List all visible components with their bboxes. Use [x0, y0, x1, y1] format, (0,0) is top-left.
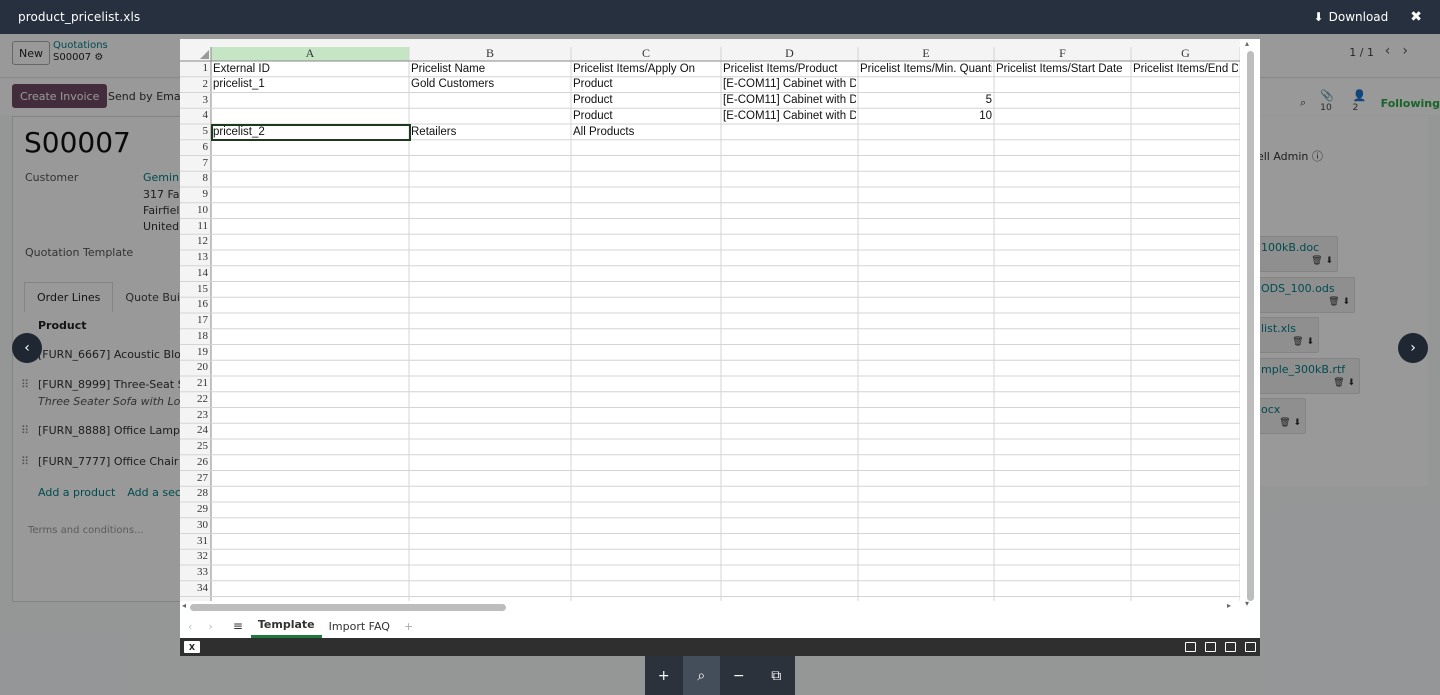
row-header[interactable]: 5 [180, 124, 210, 139]
row-header[interactable]: 2 [180, 77, 210, 92]
row-header[interactable]: 20 [180, 360, 210, 375]
add-sheet-button[interactable]: + [397, 614, 420, 638]
file-name: product_pricelist.xls [18, 10, 141, 24]
row-header[interactable]: 29 [180, 502, 210, 517]
cell-f1[interactable]: Pricelist Items/Start Date [996, 62, 1129, 77]
cell-c3[interactable]: Product [573, 93, 719, 108]
scroll-left-icon[interactable]: ◂ [182, 601, 186, 610]
cell-c5[interactable]: All Products [573, 125, 719, 140]
cell-c4[interactable]: Product [573, 109, 719, 124]
cell-d4[interactable]: [E-COM11] Cabinet with Doors [723, 109, 856, 124]
cell-a1[interactable]: External ID [213, 62, 407, 77]
column-header-f[interactable]: F [994, 46, 1131, 61]
vertical-scrollbar[interactable]: ▴ ▾ [1240, 39, 1260, 614]
zoom-toolbar: + ⌕ − ⧉ [645, 656, 795, 695]
sheet-tab-bar: ‹ › ≡ Template Import FAQ + [180, 614, 1260, 638]
row-header[interactable]: 31 [180, 534, 210, 549]
column-header-e[interactable]: E [858, 46, 994, 61]
cell-d2[interactable]: [E-COM11] Cabinet with Doors [723, 77, 856, 92]
scroll-down-icon[interactable]: ▾ [1245, 599, 1249, 608]
row-header[interactable]: 28 [180, 486, 210, 501]
row-header[interactable]: 13 [180, 250, 210, 265]
sheet-tab-template[interactable]: Template [250, 614, 322, 638]
column-header-d[interactable]: D [721, 46, 858, 61]
sheet-prev-icon[interactable]: ‹ [188, 620, 192, 633]
column-header-g[interactable]: G [1131, 46, 1240, 61]
row-header[interactable]: 12 [180, 234, 210, 249]
cell-c1[interactable]: Pricelist Items/Apply On [573, 62, 719, 77]
row-header[interactable]: 10 [180, 203, 210, 218]
close-icon[interactable]: ✖ [1410, 9, 1422, 25]
row-header[interactable]: 19 [180, 345, 210, 360]
excel-icon: X [184, 641, 200, 653]
cell-g1[interactable]: Pricelist Items/End Date [1133, 62, 1238, 77]
layout-icon[interactable] [1225, 642, 1236, 652]
row-header[interactable]: 6 [180, 140, 210, 155]
row-header[interactable]: 15 [180, 282, 210, 297]
row-header[interactable]: 26 [180, 455, 210, 470]
row-header[interactable]: 14 [180, 266, 210, 281]
row-header[interactable]: 3 [180, 93, 210, 108]
row-header[interactable]: 32 [180, 549, 210, 564]
cell-d1[interactable]: Pricelist Items/Product [723, 62, 856, 77]
download-label: Download [1328, 10, 1389, 24]
row-header[interactable]: 9 [180, 187, 210, 202]
previous-attachment-button[interactable]: ‹ [12, 333, 42, 363]
cell-d3[interactable]: [E-COM11] Cabinet with Doors [723, 93, 856, 108]
cell-e4[interactable]: 10 [860, 109, 992, 124]
row-header[interactable]: 11 [180, 219, 210, 234]
row-header[interactable]: 4 [180, 108, 210, 123]
horizontal-scroll-thumb[interactable] [190, 604, 506, 611]
row-header[interactable]: 34 [180, 581, 210, 596]
cell-e3[interactable]: 5 [860, 93, 992, 108]
column-header-a[interactable]: A [211, 46, 409, 61]
next-attachment-button[interactable]: › [1398, 333, 1428, 363]
chevron-left-icon: ‹ [24, 340, 30, 356]
vertical-scroll-thumb[interactable] [1247, 51, 1254, 601]
viewer-titlebar: product_pricelist.xls ⬇ Download ✖ [0, 0, 1440, 34]
row-header[interactable]: 1 [180, 61, 210, 76]
open-external-icon[interactable]: ⧉ [758, 656, 796, 695]
row-header[interactable]: 21 [180, 376, 210, 391]
scroll-up-icon[interactable]: ▴ [1245, 39, 1249, 48]
row-header[interactable]: 22 [180, 392, 210, 407]
row-header[interactable]: 30 [180, 518, 210, 533]
cell-e1[interactable]: Pricelist Items/Min. Quantity [860, 62, 992, 77]
column-header-b[interactable]: B [409, 46, 571, 61]
download-button[interactable]: ⬇ Download [1314, 10, 1389, 24]
row-header[interactable]: 33 [180, 565, 210, 580]
download-icon: ⬇ [1313, 10, 1324, 24]
cell-b5[interactable]: Retailers [411, 125, 569, 140]
save-icon[interactable] [1205, 642, 1216, 652]
row-header[interactable]: 18 [180, 329, 210, 344]
viewer-status-bar: X [180, 638, 1260, 656]
window-icon[interactable] [1245, 642, 1256, 652]
active-cell-cursor [211, 124, 411, 141]
chevron-right-icon: › [1410, 340, 1416, 356]
cell-a2[interactable]: pricelist_1 [213, 77, 407, 92]
zoom-out-button[interactable]: − [720, 656, 758, 695]
sheet-tab-import-faq[interactable]: Import FAQ [322, 614, 397, 638]
row-header[interactable]: 16 [180, 297, 210, 312]
row-header[interactable]: 24 [180, 423, 210, 438]
cell-b2[interactable]: Gold Customers [411, 77, 569, 92]
row-header[interactable]: 25 [180, 439, 210, 454]
cell-c2[interactable]: Product [573, 77, 719, 92]
horizontal-scrollbar[interactable]: ◂ ▸ [180, 601, 1240, 613]
spreadsheet-viewer: ABCDEFG 1 2 3 4 5 6 7 8 9 10 11 12 13 14 15 16 17 18 19 20 2… [180, 39, 1260, 656]
row-header[interactable]: 17 [180, 313, 210, 328]
row-header[interactable]: 27 [180, 471, 210, 486]
zoom-in-button[interactable]: + [645, 656, 683, 695]
search-icon[interactable]: ⌕ [682, 656, 720, 695]
cell-b1[interactable]: Pricelist Name [411, 62, 569, 77]
sheet-next-icon[interactable]: › [208, 620, 212, 633]
sheet-menu-icon[interactable]: ≡ [233, 619, 243, 633]
copy-icon[interactable] [1185, 642, 1196, 652]
row-header[interactable]: 8 [180, 171, 210, 186]
row-header[interactable]: 23 [180, 408, 210, 423]
scroll-right-icon[interactable]: ▸ [1227, 601, 1231, 610]
column-header-c[interactable]: C [571, 46, 721, 61]
row-header[interactable]: 7 [180, 156, 210, 171]
